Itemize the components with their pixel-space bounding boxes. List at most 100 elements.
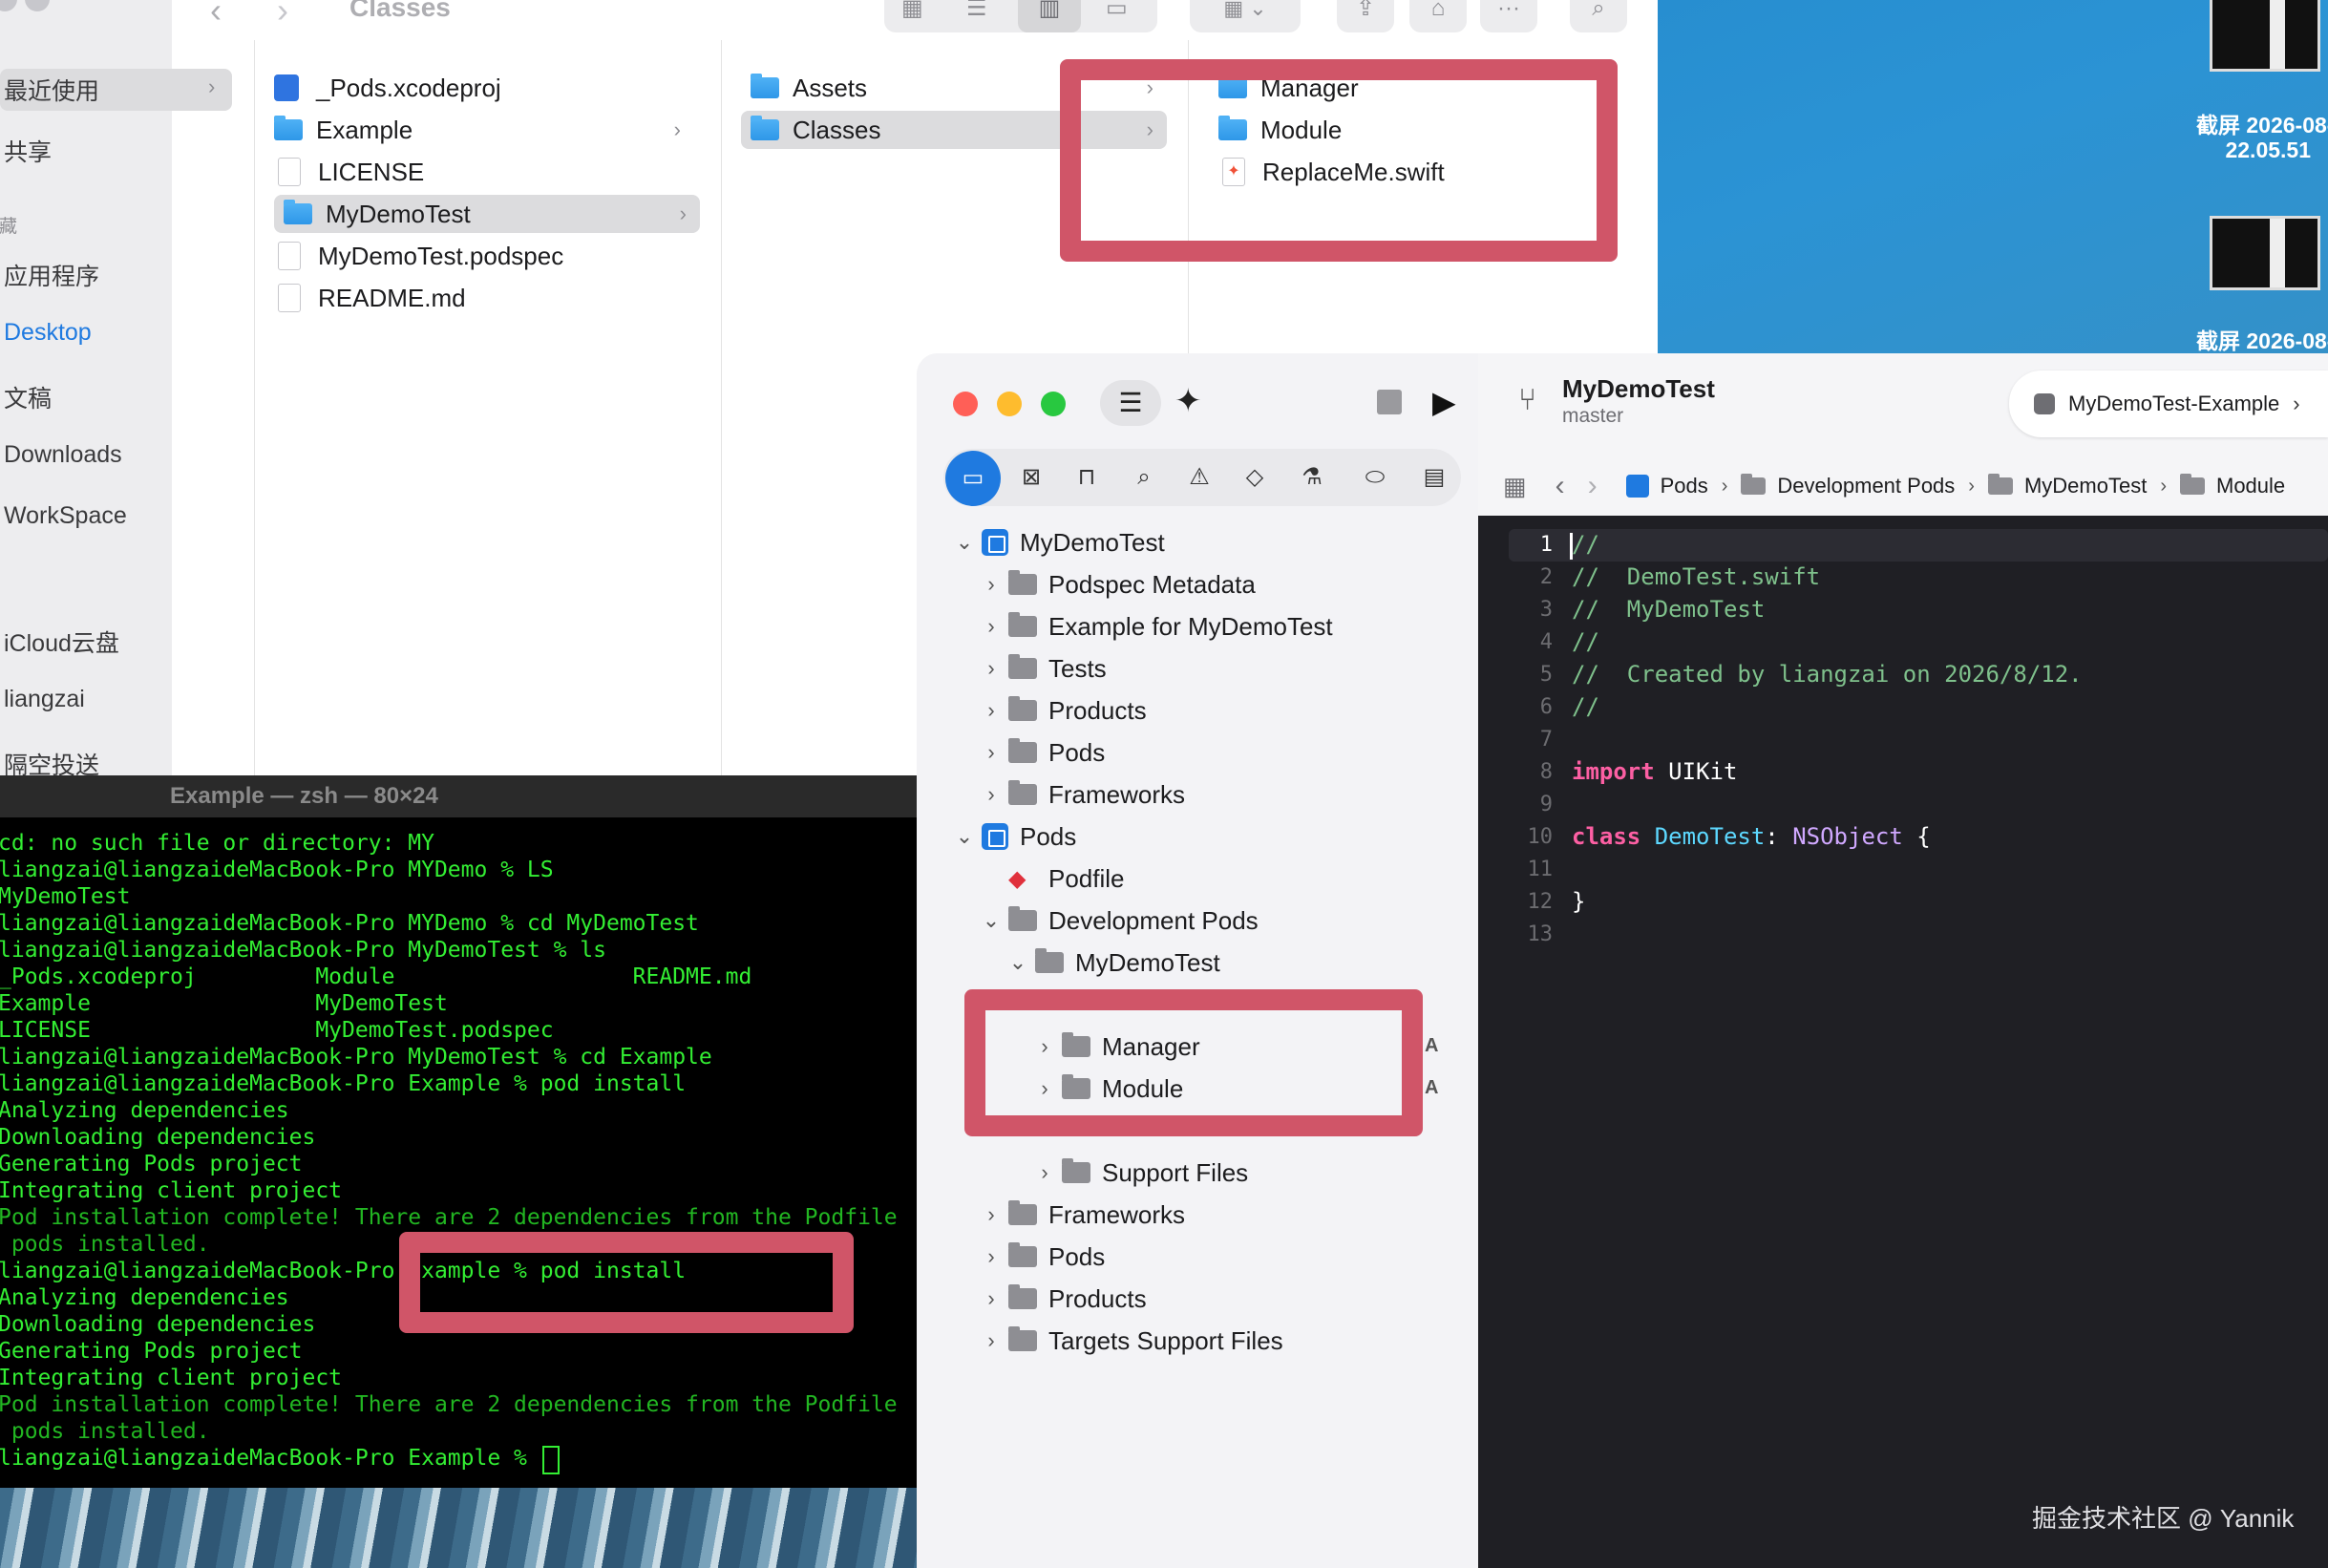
window-minimize-button[interactable]: [25, 0, 50, 11]
icon-view-icon[interactable]: ▦: [901, 0, 923, 22]
breadcrumb-item[interactable]: Pods: [1661, 474, 1708, 498]
sidebar-item-liangzai[interactable]: liangzai: [4, 686, 85, 713]
terminal-line: Pod installation complete! There are 2 d…: [0, 1205, 898, 1230]
view-mode-segmented[interactable]: ▦ ☰ ▥ ▭: [884, 0, 1157, 32]
back-button[interactable]: ‹: [210, 0, 222, 31]
navigator-row[interactable]: ⌄ MyDemoTest: [1006, 943, 1220, 982]
navigator-row[interactable]: › Products: [980, 691, 1146, 730]
navigator-row[interactable]: ⌄ Development Pods: [980, 901, 1259, 940]
navigator-row[interactable]: › Pods: [980, 733, 1105, 772]
chevron-down-icon[interactable]: ⌄: [1006, 950, 1029, 975]
list-item[interactable]: _Pods.xcodeproj: [274, 69, 694, 107]
terminal-line: MyDemoTest: [0, 884, 131, 909]
terminal-titlebar: Example — zsh — 80×24: [0, 775, 917, 817]
navigator-row-label: MyDemoTest: [1075, 947, 1220, 977]
line-number: 4: [1539, 630, 1553, 654]
list-item[interactable]: README.md: [274, 279, 694, 317]
list-item[interactable]: LICENSE: [274, 153, 694, 191]
window-close-button[interactable]: [953, 392, 978, 416]
chevron-right-icon[interactable]: ›: [980, 656, 1003, 681]
chevron-down-icon[interactable]: ⌄: [953, 530, 976, 555]
sidebar-item-desktop[interactable]: Desktop: [4, 319, 92, 347]
chevron-right-icon[interactable]: ›: [980, 1328, 1003, 1353]
sidebar-item-workspace[interactable]: WorkSpace: [4, 502, 127, 530]
navigator-row[interactable]: › Example for MyDemoTest: [980, 607, 1333, 646]
gallery-view-icon[interactable]: ▭: [1106, 0, 1128, 22]
navigator-toggle-icon[interactable]: ☰: [1100, 380, 1161, 426]
chevron-right-icon[interactable]: ›: [980, 782, 1003, 807]
navigator-row[interactable]: › Targets Support Files: [980, 1322, 1282, 1360]
report-navigator-icon[interactable]: ▤: [1415, 458, 1453, 497]
sidebar-item-icloud[interactable]: iCloud云盘: [4, 625, 119, 659]
chevron-down-icon[interactable]: ⌄: [980, 908, 1003, 933]
search-icon[interactable]: ⌕: [1570, 0, 1627, 32]
list-item[interactable]: MyDemoTest.podspec: [274, 237, 694, 275]
navigator-row[interactable]: ⌄ Pods: [953, 817, 1076, 856]
navigator-row[interactable]: › Tests: [980, 649, 1106, 688]
source-control-navigator-icon[interactable]: ⊠: [1012, 458, 1050, 497]
terminal-line: liangzai@liangzaideMacBook-Pro MYDemo % …: [0, 858, 554, 882]
grid-icon[interactable]: ▦: [1503, 472, 1527, 501]
forward-button[interactable]: ›: [277, 0, 288, 31]
line-number: 10: [1527, 825, 1554, 849]
navigator-row[interactable]: › Frameworks: [980, 1196, 1185, 1234]
bookmark-navigator-icon[interactable]: ⊓: [1068, 458, 1106, 497]
code-token: }: [1572, 888, 1586, 915]
chevron-right-icon[interactable]: ›: [980, 572, 1003, 597]
sidebar-item-downloads[interactable]: Downloads: [4, 441, 122, 469]
chevron-right-icon[interactable]: ›: [1033, 1160, 1056, 1185]
breadcrumb-item[interactable]: Development Pods: [1777, 474, 1955, 498]
code-line: class DemoTest: NSObject {: [1572, 823, 1931, 850]
scheme-selector[interactable]: MyDemoTest-Example ›: [2009, 371, 2328, 437]
back-button[interactable]: ‹: [1556, 470, 1565, 502]
project-navigator-tab-icon[interactable]: ▭: [945, 451, 1001, 506]
column-view-icon[interactable]: ▥: [1018, 0, 1081, 32]
chevron-down-icon[interactable]: ⌄: [953, 824, 976, 849]
list-item-selected[interactable]: MyDemoTest ›: [274, 195, 700, 233]
run-button[interactable]: ▶: [1432, 384, 1456, 420]
navigator-row[interactable]: › Support Files: [1033, 1154, 1248, 1192]
chevron-right-icon[interactable]: ›: [980, 740, 1003, 765]
coding-assistant-icon[interactable]: ✦: [1175, 382, 1202, 420]
chevron-right-icon: ›: [2160, 475, 2167, 497]
terminal-line: Pod installation complete! There are 2 d…: [0, 1392, 898, 1417]
breakpoint-navigator-icon[interactable]: ⬭: [1356, 458, 1394, 497]
chevron-right-icon[interactable]: ›: [980, 698, 1003, 723]
list-item[interactable]: Example ›: [274, 111, 694, 149]
navigator-row[interactable]: › Podspec Metadata: [980, 565, 1255, 604]
debug-navigator-icon[interactable]: ⚗: [1293, 458, 1331, 497]
window-minimize-button[interactable]: [997, 392, 1022, 416]
navigator-row[interactable]: ⌄ MyDemoTest: [953, 523, 1165, 562]
chevron-right-icon[interactable]: ›: [980, 1286, 1003, 1311]
navigator-row[interactable]: ◆ Podfile: [980, 859, 1125, 898]
chevron-right-icon[interactable]: ›: [980, 614, 1003, 639]
sidebar-item-shared[interactable]: 共享: [4, 134, 52, 168]
breadcrumb-item[interactable]: Module: [2216, 474, 2285, 498]
chevron-right-icon[interactable]: ›: [980, 1244, 1003, 1269]
navigator-row[interactable]: › Pods: [980, 1238, 1105, 1276]
window-zoom-button[interactable]: [1041, 392, 1066, 416]
window-close-button[interactable]: [0, 0, 17, 11]
chevron-right-icon[interactable]: ›: [980, 1202, 1003, 1227]
sidebar-item-recents[interactable]: 最近使用: [4, 73, 99, 107]
desktop-file-screenshot-1[interactable]: 截屏 2026-08- 22.05.51: [2196, 0, 2328, 172]
issue-navigator-icon[interactable]: ⚠: [1180, 458, 1218, 497]
tag-icon[interactable]: ⌂: [1409, 0, 1467, 32]
forward-button[interactable]: ›: [1588, 470, 1598, 502]
sidebar-item-documents[interactable]: 文稿: [4, 380, 52, 414]
stop-button[interactable]: [1377, 390, 1402, 414]
share-icon[interactable]: ⇪: [1337, 0, 1394, 32]
group-button[interactable]: ▦ ⌄: [1190, 0, 1301, 32]
breadcrumb-item[interactable]: MyDemoTest: [2024, 474, 2147, 498]
chevron-right-icon: ›: [2293, 392, 2300, 415]
desktop-file-screenshot-2[interactable]: 截屏 2026-08-: [2196, 210, 2328, 353]
test-navigator-icon[interactable]: ◇: [1236, 458, 1274, 497]
sidebar-item-applications[interactable]: 应用程序: [4, 258, 99, 292]
find-navigator-icon[interactable]: ⌕: [1125, 458, 1163, 497]
branch-icon: ⑂: [1518, 382, 1537, 416]
list-view-icon[interactable]: ☰: [966, 0, 987, 22]
more-icon[interactable]: ···: [1480, 0, 1537, 32]
navigator-row-label: Example for MyDemoTest: [1048, 611, 1333, 641]
navigator-row[interactable]: › Products: [980, 1280, 1146, 1318]
navigator-row[interactable]: › Frameworks: [980, 775, 1185, 814]
